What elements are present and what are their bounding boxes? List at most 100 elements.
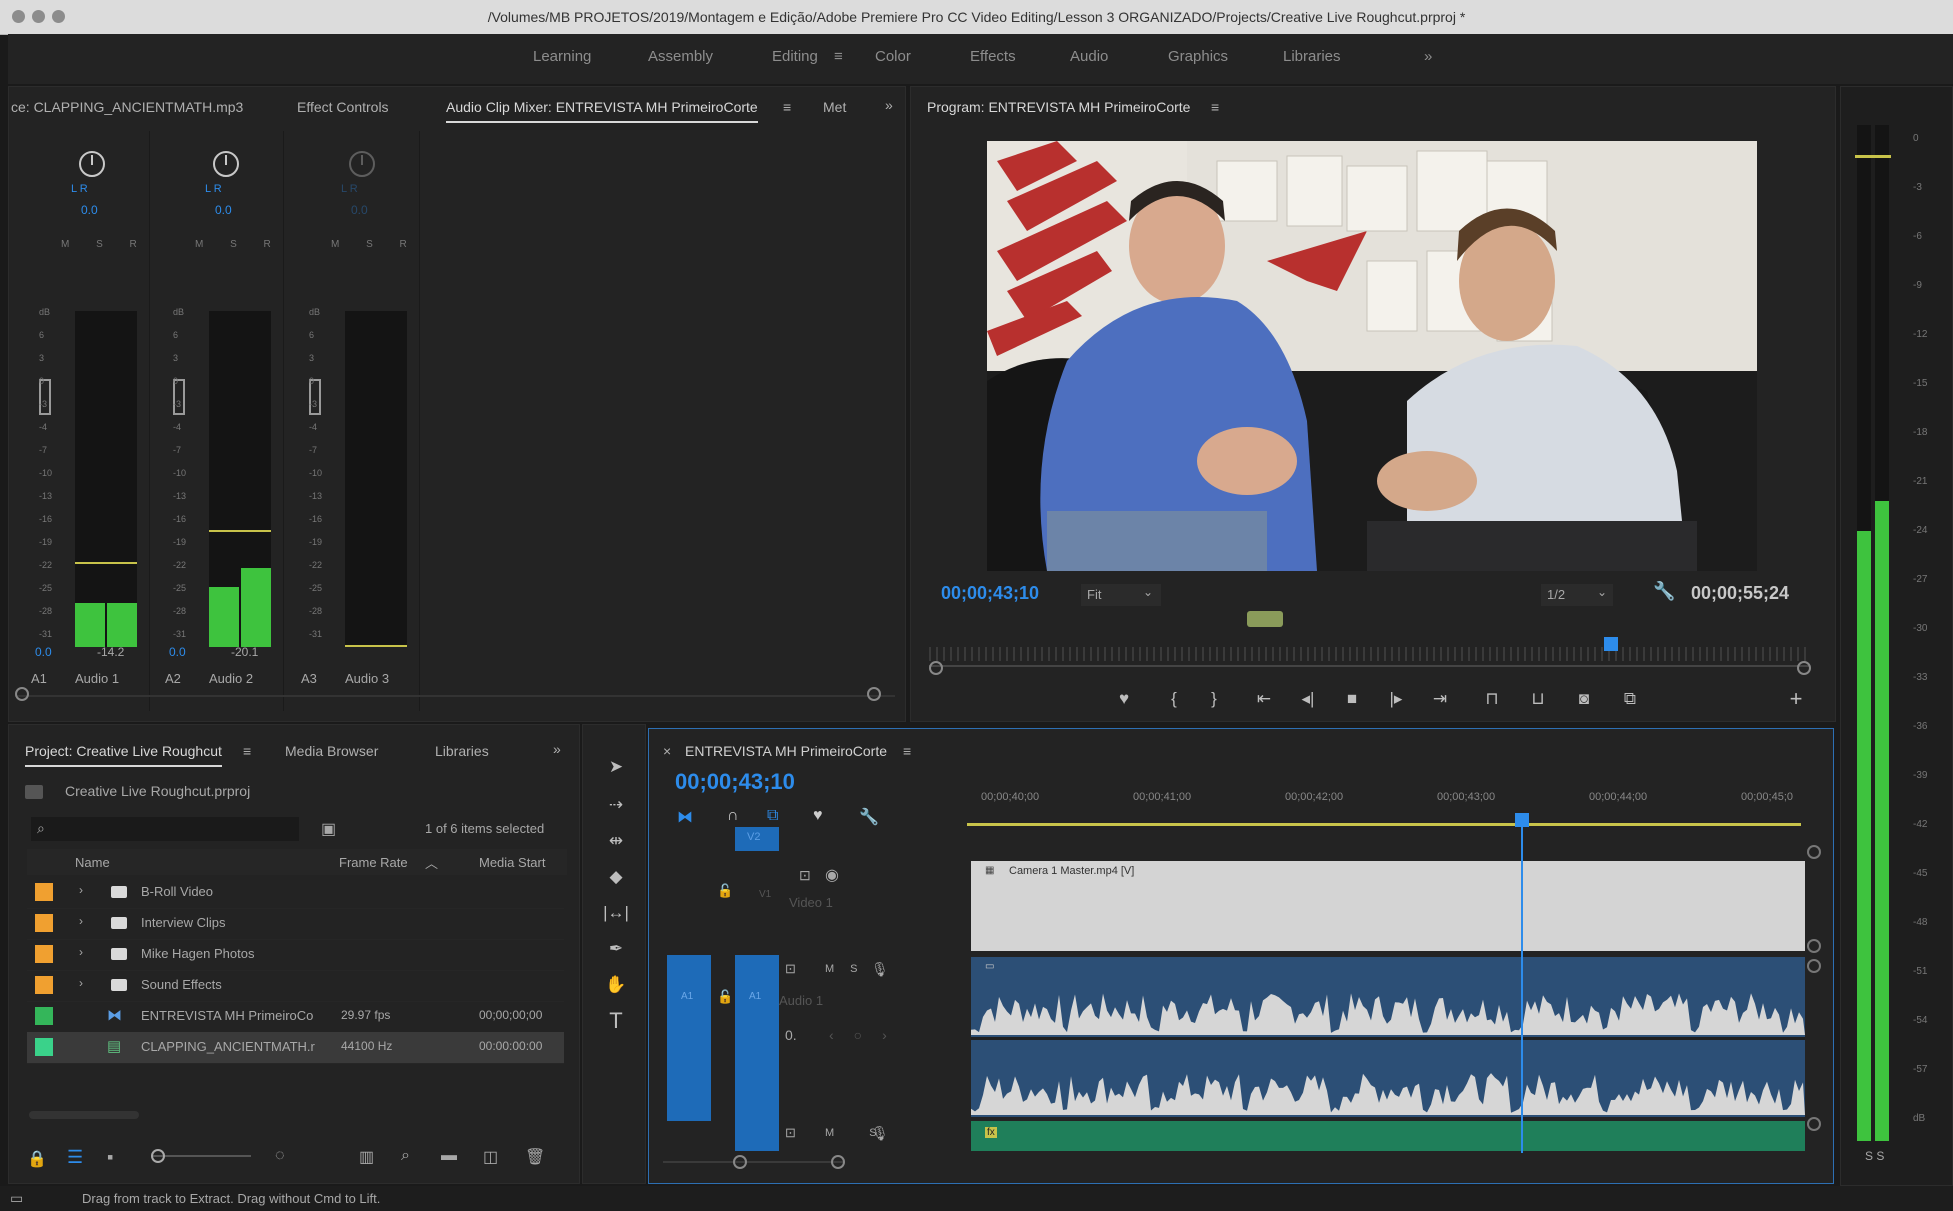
pan-knob[interactable] xyxy=(79,151,105,177)
pan-value[interactable]: 0.0 xyxy=(215,203,232,217)
pen-icon[interactable]: ✒ xyxy=(603,937,629,961)
workspaces-overflow-icon[interactable]: » xyxy=(1424,48,1432,65)
workspace-assembly[interactable]: Assembly xyxy=(648,48,713,65)
sync-lock-icon[interactable]: ⊡ xyxy=(785,1125,796,1141)
panel-overflow-icon[interactable]: » xyxy=(885,97,893,113)
timeline-settings-icon[interactable]: 🔧 xyxy=(859,807,879,827)
mute-solo-record-buttons[interactable]: M S R xyxy=(331,239,419,250)
mute-solo-record-buttons[interactable]: M S R xyxy=(61,239,149,250)
zoom-handle-left[interactable] xyxy=(15,687,29,701)
go-to-in-icon[interactable]: ⇤ xyxy=(1251,687,1277,711)
pan-knob[interactable] xyxy=(213,151,239,177)
track-v1-source-label[interactable]: V1 xyxy=(759,889,771,900)
eye-icon[interactable]: ◉ xyxy=(825,865,839,885)
program-time-ruler[interactable] xyxy=(929,647,1809,661)
audio-2-clip[interactable]: fx xyxy=(971,1121,1805,1151)
type-icon[interactable]: T xyxy=(603,1009,629,1033)
microphone-icon[interactable]: 🎙 xyxy=(871,1125,889,1142)
project-item-row[interactable]: › Interview Clips xyxy=(27,908,564,940)
column-name[interactable]: Name xyxy=(75,855,110,870)
list-view-icon[interactable]: ☰ xyxy=(67,1147,83,1168)
zoom-handle-left[interactable] xyxy=(733,1155,747,1169)
timeline-close-icon[interactable]: × xyxy=(663,743,671,759)
tab-program[interactable]: Program: ENTREVISTA MH PrimeiroCorte xyxy=(927,99,1190,121)
timeline-ruler[interactable]: 00;00;40;00 00;00;41;00 00;00;42;00 00;00;4… xyxy=(967,789,1817,815)
step-back-icon[interactable]: ◂| xyxy=(1295,687,1321,711)
track-select-icon[interactable]: ⇢ xyxy=(603,793,629,817)
sort-icons-icon[interactable]: ◌ xyxy=(275,1147,285,1165)
mixer-scrollbar[interactable] xyxy=(15,695,895,697)
zoom-slider-handle[interactable] xyxy=(151,1149,165,1163)
tab-project[interactable]: Project: Creative Live Roughcut xyxy=(25,743,222,767)
workspace-audio[interactable]: Audio xyxy=(1070,48,1108,65)
project-overflow-icon[interactable]: » xyxy=(553,741,561,757)
workspace-graphics[interactable]: Graphics xyxy=(1168,48,1228,65)
workspace-editing[interactable]: Editing xyxy=(772,48,818,65)
project-item-row[interactable]: › B-Roll Video xyxy=(27,877,564,909)
timeline-menu-icon[interactable]: ≡ xyxy=(903,743,911,759)
panel-menu-icon[interactable]: ≡ xyxy=(783,99,791,115)
marker-icon[interactable]: ♥ xyxy=(1111,687,1137,711)
program-video-frame[interactable] xyxy=(987,141,1757,571)
tab-metadata[interactable]: Met xyxy=(823,99,846,115)
snap-icon[interactable]: ∩ xyxy=(727,807,739,825)
zoom-handle-right[interactable] xyxy=(831,1155,845,1169)
hand-icon[interactable]: ✋ xyxy=(603,973,629,997)
extract-icon[interactable]: ⊔ xyxy=(1525,687,1551,711)
sort-ascending-icon[interactable]: ︿ xyxy=(425,853,438,872)
tab-libraries[interactable]: Libraries xyxy=(435,743,489,759)
disclosure-triangle-icon[interactable]: › xyxy=(79,883,83,897)
add-marker-icon[interactable]: ♥ xyxy=(813,807,823,825)
step-forward-icon[interactable]: |▸ xyxy=(1383,687,1409,711)
timeline-timecode[interactable]: 00;00;43;10 xyxy=(675,769,795,795)
zoom-handle-right[interactable] xyxy=(867,687,881,701)
automate-to-sequence-icon[interactable]: ▥ xyxy=(359,1147,374,1167)
comparison-view-icon[interactable]: ⧉ xyxy=(1617,687,1643,711)
label-color-swatch[interactable] xyxy=(35,1007,53,1025)
timeline-scrollbar[interactable] xyxy=(663,1161,843,1163)
sync-lock-icon[interactable]: ⊡ xyxy=(799,867,811,884)
disclosure-triangle-icon[interactable]: › xyxy=(79,945,83,959)
lock-icon[interactable]: 🔒 xyxy=(27,1149,47,1169)
workspace-learning[interactable]: Learning xyxy=(533,48,591,65)
zoom-handle-left[interactable] xyxy=(929,661,943,675)
zoom-slider[interactable] xyxy=(151,1155,251,1157)
find-icon[interactable]: ⌕ xyxy=(401,1147,410,1165)
track-a1-target[interactable]: A1 xyxy=(735,955,779,1151)
label-color-swatch[interactable] xyxy=(35,883,53,901)
track-height-handle[interactable] xyxy=(1807,1117,1821,1131)
tab-timeline[interactable]: ENTREVISTA MH PrimeiroCorte xyxy=(685,743,887,759)
new-bin-icon[interactable]: ▬ xyxy=(441,1147,457,1165)
project-item-row[interactable]: ⧓ ENTREVISTA MH PrimeiroCo 29.97 fps 00;… xyxy=(27,1001,564,1033)
in-out-marker[interactable] xyxy=(1247,611,1283,627)
label-color-swatch[interactable] xyxy=(35,914,53,932)
track-height-handle[interactable] xyxy=(1807,939,1821,953)
wrench-icon[interactable]: 🔧 xyxy=(1653,581,1675,602)
program-scrubber[interactable] xyxy=(929,665,1809,667)
mute-solo-record-buttons[interactable]: M S R xyxy=(195,239,283,250)
label-color-swatch[interactable] xyxy=(35,945,53,963)
microphone-icon[interactable]: 🎙 xyxy=(871,961,889,978)
label-color-swatch[interactable] xyxy=(35,976,53,994)
keyframe-nav[interactable]: ‹○› xyxy=(829,1027,907,1043)
sync-lock-icon[interactable]: ⊡ xyxy=(785,961,796,977)
project-item-row[interactable]: › Sound Effects xyxy=(27,970,564,1002)
project-menu-icon[interactable]: ≡ xyxy=(243,743,251,759)
new-item-icon[interactable]: ◫ xyxy=(483,1147,498,1167)
slip-icon[interactable]: |↔| xyxy=(603,901,629,925)
track-height-handle[interactable] xyxy=(1807,959,1821,973)
icon-view-icon[interactable]: ▪ xyxy=(107,1147,113,1168)
lift-icon[interactable]: ⊓ xyxy=(1479,687,1505,711)
program-timecode[interactable]: 00;00;43;10 xyxy=(941,583,1039,604)
column-frame-rate[interactable]: Frame Rate xyxy=(339,855,408,870)
project-item-row[interactable]: ▤ CLAPPING_ANCIENTMATH.r 44100 Hz 00:00:… xyxy=(27,1032,564,1064)
lock-icon[interactable]: 🔓 xyxy=(717,989,733,1005)
track-height-handle[interactable] xyxy=(1807,845,1821,859)
go-to-out-icon[interactable]: ⇥ xyxy=(1427,687,1453,711)
linked-selection-icon[interactable]: ⧉ xyxy=(767,807,778,825)
tab-effect-controls[interactable]: Effect Controls xyxy=(297,99,389,115)
track-a1-level[interactable]: 0. xyxy=(785,1027,797,1043)
ripple-edit-icon[interactable]: ⇹ xyxy=(603,829,629,853)
new-bin-from-search-icon[interactable]: ▣ xyxy=(321,819,336,839)
pan-value[interactable]: 0.0 xyxy=(351,203,368,217)
